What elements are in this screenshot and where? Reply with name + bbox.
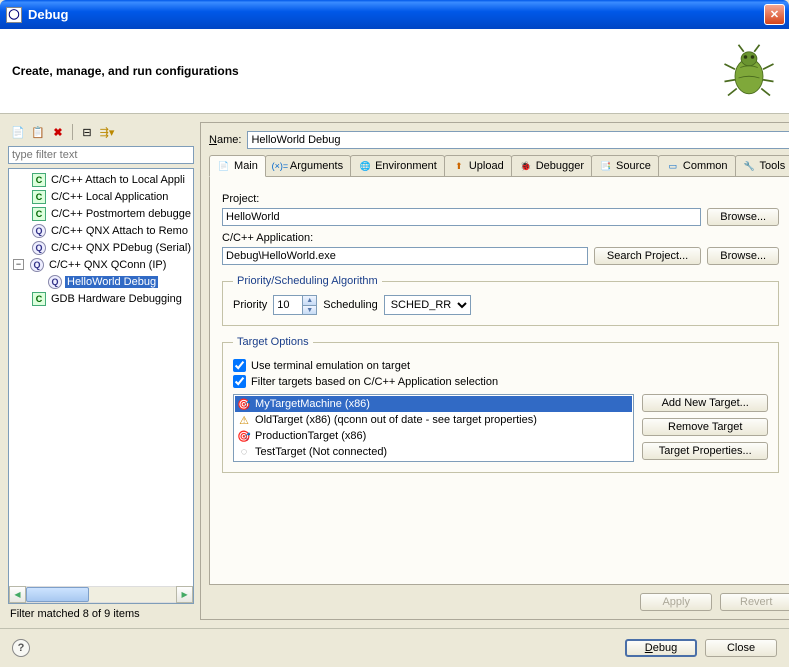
tree-item-postmortem[interactable]: CC/C++ Postmortem debugge	[13, 205, 193, 222]
search-project-button[interactable]: Search Project...	[594, 247, 701, 265]
tree-item-qnx-attach[interactable]: QC/C++ QNX Attach to Remo	[13, 222, 193, 239]
tools-tab-icon: 🔧	[743, 159, 757, 173]
tab-body-main: Project: Browse... C/C++ Application: Se…	[209, 177, 789, 585]
tab-main[interactable]: 📄Main	[209, 155, 266, 177]
target-row-mytarget[interactable]: 🎯MyTargetMachine (x86)	[235, 396, 632, 412]
tree-collapse-icon[interactable]: −	[13, 259, 24, 270]
dialog-title: Create, manage, and run configurations	[12, 64, 721, 78]
tab-debugger[interactable]: 🐞Debugger	[511, 155, 592, 176]
dialog-header: Create, manage, and run configurations	[0, 29, 789, 114]
config-tree[interactable]: CC/C++ Attach to Local Appli CC/C++ Loca…	[8, 168, 194, 604]
filter-targets-checkbox[interactable]: Filter targets based on C/C++ Applicatio…	[233, 375, 768, 388]
apply-revert-row: Apply Revert	[209, 585, 789, 611]
dialog-footer: ? Debug Close	[0, 628, 789, 667]
debug-button[interactable]: Debug	[625, 639, 697, 657]
project-input[interactable]	[222, 208, 701, 226]
target-icon: 🎯	[237, 429, 251, 443]
title-bar: ◯ Debug ✕	[0, 0, 789, 29]
spin-up-icon[interactable]: ▲	[302, 296, 316, 305]
tab-environment[interactable]: 🌐Environment	[350, 155, 445, 176]
add-target-button[interactable]: Add New Target...	[642, 394, 768, 412]
priority-label: Priority	[233, 299, 267, 311]
source-tab-icon: 📑	[599, 159, 613, 173]
common-tab-icon: ▭	[666, 159, 680, 173]
arguments-tab-icon: (×)=	[273, 159, 287, 173]
tab-upload[interactable]: ⬆Upload	[444, 155, 512, 176]
tree-item-qnx-qconn[interactable]: −QC/C++ QNX QConn (IP)	[13, 256, 193, 273]
remove-target-button[interactable]: Remove Target	[642, 418, 768, 436]
app-icon: ◯	[6, 7, 22, 23]
target-row-testtarget[interactable]: ◌TestTarget (Not connected)	[235, 444, 632, 460]
target-list[interactable]: 🎯MyTargetMachine (x86) ⚠OldTarget (x86) …	[233, 394, 634, 462]
debugger-tab-icon: 🐞	[519, 159, 533, 173]
tab-tools[interactable]: 🔧Tools	[735, 155, 789, 176]
scheduling-label: Scheduling	[323, 299, 377, 311]
revert-button[interactable]: Revert	[720, 593, 789, 611]
terminal-emu-checkbox[interactable]: Use terminal emulation on target	[233, 359, 768, 372]
project-browse-button[interactable]: Browse...	[707, 208, 779, 226]
app-label: C/C++ Application:	[222, 232, 779, 244]
priority-input[interactable]	[274, 296, 302, 314]
tab-bar: 📄Main (×)=Arguments 🌐Environment ⬆Upload…	[209, 155, 789, 177]
tree-hscrollbar[interactable]: ◀ ▶	[9, 586, 193, 603]
priority-spinner[interactable]: ▲▼	[273, 295, 317, 315]
target-options-group: Target Options Use terminal emulation on…	[222, 336, 779, 473]
main-tab-icon: 📄	[217, 159, 231, 173]
tree-item-attach-local[interactable]: CC/C++ Attach to Local Appli	[13, 171, 193, 188]
target-icon: 🎯	[237, 397, 251, 411]
target-row-production[interactable]: 🎯ProductionTarget (x86)	[235, 428, 632, 444]
target-row-oldtarget[interactable]: ⚠OldTarget (x86) (qconn out of date - se…	[235, 412, 632, 428]
tree-item-local-app[interactable]: CC/C++ Local Application	[13, 188, 193, 205]
scroll-left-icon[interactable]: ◀	[9, 586, 26, 603]
target-disconnected-icon: ◌	[237, 445, 251, 459]
right-panel: Name: 📄Main (×)=Arguments 🌐Environment ⬆…	[200, 122, 789, 620]
priority-legend: Priority/Scheduling Algorithm	[233, 275, 382, 287]
window-close-button[interactable]: ✕	[764, 4, 785, 25]
tree-item-gdb-hw[interactable]: CGDB Hardware Debugging	[13, 290, 193, 307]
collapse-all-icon[interactable]: ⊟	[79, 124, 95, 140]
delete-config-icon[interactable]: ✖	[50, 124, 66, 140]
scroll-right-icon[interactable]: ▶	[176, 586, 193, 603]
tree-item-qnx-pdebug[interactable]: QC/C++ QNX PDebug (Serial)	[13, 239, 193, 256]
tab-common[interactable]: ▭Common	[658, 155, 736, 176]
left-toolbar: 📄 📋 ✖ ⊟ ⇶▾	[8, 122, 194, 146]
app-input[interactable]	[222, 247, 588, 265]
scroll-thumb[interactable]	[26, 587, 89, 602]
scheduling-select[interactable]: SCHED_RR	[384, 295, 471, 315]
close-button[interactable]: Close	[705, 639, 777, 657]
window-title: Debug	[28, 7, 764, 22]
main-area: 📄 📋 ✖ ⊟ ⇶▾ CC/C++ Attach to Local Appli …	[0, 114, 789, 628]
duplicate-config-icon[interactable]: 📋	[30, 124, 46, 140]
tree-item-helloworld[interactable]: QHelloWorld Debug	[13, 273, 193, 290]
app-browse-button[interactable]: Browse...	[707, 247, 779, 265]
target-options-legend: Target Options	[233, 336, 313, 348]
toolbar-separator	[72, 124, 73, 140]
upload-tab-icon: ⬆	[452, 159, 466, 173]
apply-button[interactable]: Apply	[640, 593, 712, 611]
left-panel: 📄 📋 ✖ ⊟ ⇶▾ CC/C++ Attach to Local Appli …	[8, 122, 194, 620]
filter-menu-icon[interactable]: ⇶▾	[99, 124, 115, 140]
target-warning-icon: ⚠	[237, 413, 251, 427]
filter-status: Filter matched 8 of 9 items	[8, 604, 194, 620]
tab-source[interactable]: 📑Source	[591, 155, 659, 176]
project-label: Project:	[222, 193, 779, 205]
help-icon[interactable]: ?	[12, 639, 30, 657]
target-properties-button[interactable]: Target Properties...	[642, 442, 768, 460]
environment-tab-icon: 🌐	[358, 159, 372, 173]
spin-down-icon[interactable]: ▼	[302, 305, 316, 314]
name-label: Name:	[209, 134, 241, 146]
name-input[interactable]	[247, 131, 789, 149]
debug-bug-icon	[721, 43, 777, 99]
priority-group: Priority/Scheduling Algorithm Priority ▲…	[222, 275, 779, 326]
tab-arguments[interactable]: (×)=Arguments	[265, 155, 351, 176]
new-config-icon[interactable]: 📄	[10, 124, 26, 140]
filter-input[interactable]	[8, 146, 194, 164]
